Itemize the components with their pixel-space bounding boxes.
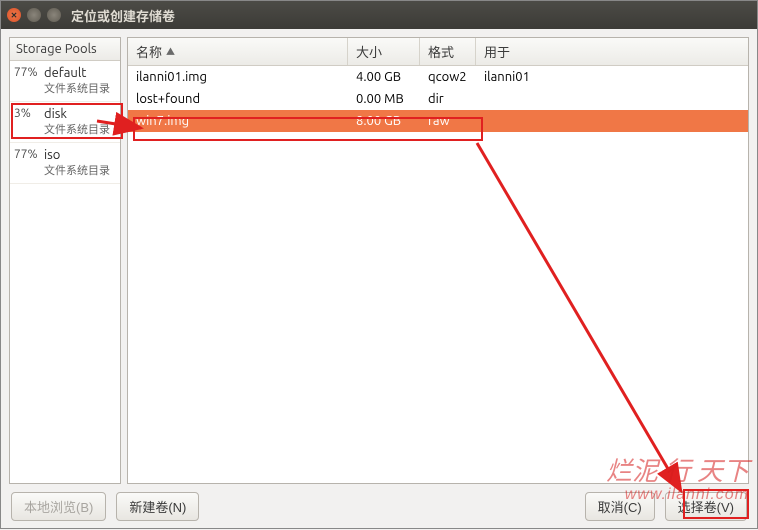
cell-size: 0.00 MB [348,90,420,108]
column-header-format[interactable]: 格式 [420,38,476,65]
pool-name: default [44,66,110,80]
pool-percent: 77% [14,66,44,79]
storage-pools-sidebar: Storage Pools 77% default 文件系统目录 3% disk… [9,37,121,484]
new-volume-button[interactable]: 新建卷(N) [116,492,199,521]
window-title: 定位或创建存储卷 [71,6,175,25]
cancel-button[interactable]: 取消(C) [585,492,655,521]
sort-ascending-icon: ▲ [166,45,175,58]
window-controls: ✕ [7,8,61,22]
table-row[interactable]: ilanni01.img 4.00 GB qcow2 ilanni01 [128,66,748,88]
cell-used [476,97,748,101]
volumes-table: 名称 ▲ 大小 格式 用于 ilanni01.img 4.00 GB qcow2… [127,37,749,484]
cell-size: 8.00 GB [348,112,420,130]
select-volume-button[interactable]: 选择卷(V) [665,492,747,521]
table-header: 名称 ▲ 大小 格式 用于 [128,38,748,66]
pool-subtitle: 文件系统目录 [44,162,110,178]
cell-used [476,119,748,123]
pool-subtitle: 文件系统目录 [44,121,110,137]
pool-item-iso[interactable]: 77% iso 文件系统目录 [10,143,120,184]
sidebar-header: Storage Pools [10,38,120,61]
table-row[interactable]: lost+found 0.00 MB dir [128,88,748,110]
pool-subtitle: 文件系统目录 [44,80,110,96]
column-header-used[interactable]: 用于 [476,38,748,65]
pool-item-default[interactable]: 77% default 文件系统目录 [10,61,120,102]
dialog-footer: 本地浏览(B) 新建卷(N) 取消(C) 选择卷(V) [1,484,757,528]
cell-name: ilanni01.img [128,68,348,86]
cell-format: qcow2 [420,68,476,86]
pool-name: disk [44,107,110,121]
content-area: Storage Pools 77% default 文件系统目录 3% disk… [1,29,757,484]
maximize-icon[interactable] [47,8,61,22]
browse-local-button[interactable]: 本地浏览(B) [11,492,106,521]
close-icon[interactable]: ✕ [7,8,21,22]
cell-format: raw [420,112,476,130]
cell-name: lost+found [128,90,348,108]
column-header-name[interactable]: 名称 ▲ [128,38,348,65]
pool-name: iso [44,148,110,162]
pool-percent: 77% [14,148,44,161]
cell-size: 4.00 GB [348,68,420,86]
column-label: 名称 [136,42,162,61]
column-header-size[interactable]: 大小 [348,38,420,65]
table-body: ilanni01.img 4.00 GB qcow2 ilanni01 lost… [128,66,748,483]
minimize-icon[interactable] [27,8,41,22]
cell-format: dir [420,90,476,108]
titlebar: ✕ 定位或创建存储卷 [1,1,757,29]
cell-name: win7.img [128,112,348,130]
table-row[interactable]: win7.img 8.00 GB raw [128,110,748,132]
pool-item-disk[interactable]: 3% disk 文件系统目录 [10,102,120,143]
pool-percent: 3% [14,107,44,120]
cell-used: ilanni01 [476,68,748,86]
